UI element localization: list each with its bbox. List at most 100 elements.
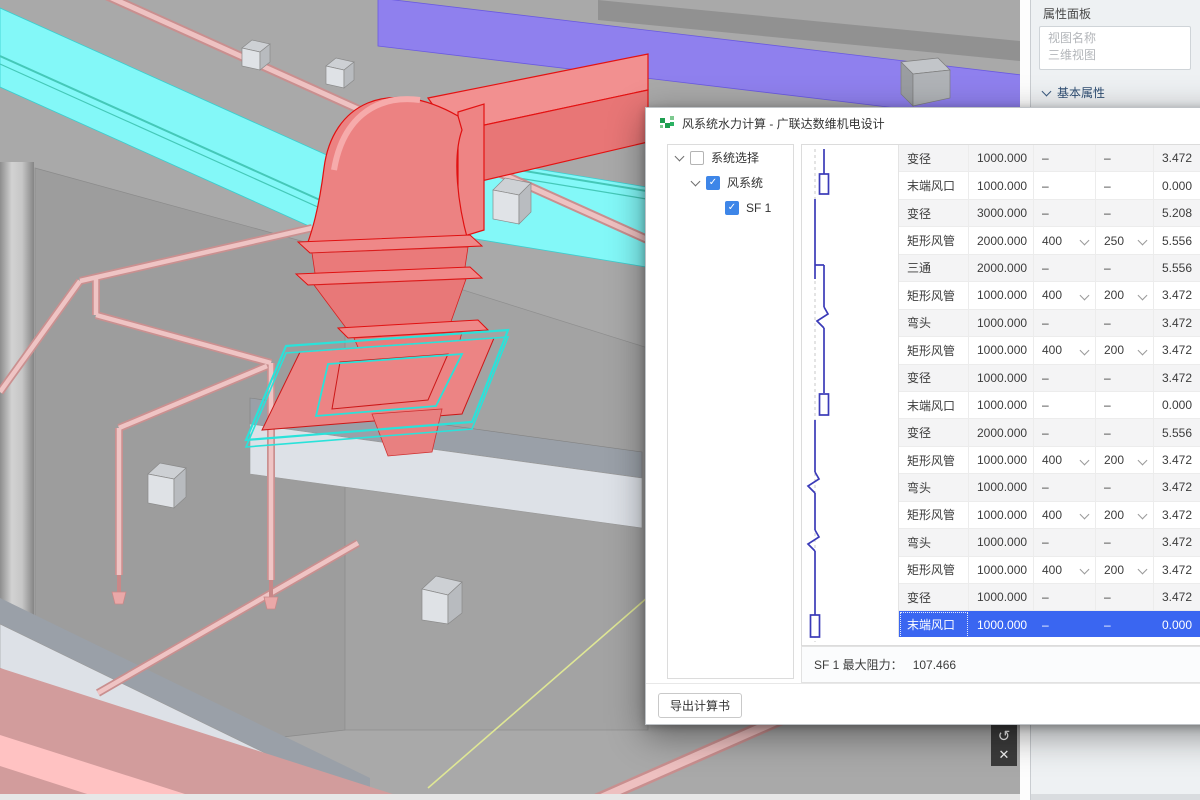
duct-schematic: [802, 145, 898, 645]
table-cell: –: [1034, 145, 1096, 172]
table-cell: –: [1096, 474, 1154, 501]
table-row[interactable]: 末端风口1000.000––0.000: [899, 611, 1200, 637]
elbow-symbol: [808, 530, 819, 551]
table-row[interactable]: 变径2000.000––5.556: [899, 419, 1200, 446]
table-cell: –: [1096, 200, 1154, 227]
table-row[interactable]: 末端风口1000.000––0.000: [899, 392, 1200, 419]
size-dropdown-cell[interactable]: 400: [1034, 557, 1096, 584]
chevron-down-icon[interactable]: [691, 176, 701, 186]
size-dropdown-cell[interactable]: 200: [1096, 337, 1154, 364]
table-row[interactable]: 变径3000.000––5.208: [899, 200, 1200, 227]
size-dropdown-cell[interactable]: 200: [1096, 502, 1154, 529]
viewport-bottom-strip: [0, 794, 1030, 800]
table-cell: –: [1096, 611, 1154, 637]
table-cell: 1000.000: [969, 145, 1034, 172]
table-cell: –: [1096, 255, 1154, 282]
table-row[interactable]: 弯头1000.000––3.472: [899, 474, 1200, 501]
chevron-down-icon[interactable]: [1080, 455, 1090, 465]
table-cell: –: [1034, 200, 1096, 227]
basic-properties-section[interactable]: 基本属性: [1043, 84, 1105, 101]
checkbox[interactable]: ✓: [706, 176, 720, 190]
chevron-down-icon[interactable]: [1138, 455, 1148, 465]
size-dropdown-cell[interactable]: 200: [1096, 447, 1154, 474]
checkbox[interactable]: [690, 151, 704, 165]
size-dropdown-cell[interactable]: 400: [1034, 502, 1096, 529]
table-cell: 变径: [899, 145, 969, 172]
dialog-titlebar[interactable]: 风系统水力计算 - 广联达数维机电设计: [646, 108, 1200, 138]
table-row[interactable]: 矩形风管1000.0004002003.472: [899, 447, 1200, 474]
table-cell: 1000.000: [969, 611, 1034, 637]
table-row[interactable]: 变径1000.000––3.472: [899, 365, 1200, 392]
table-cell: 3.472: [1154, 584, 1200, 611]
table-cell: 5.556: [1154, 419, 1200, 446]
table-cell: 1000.000: [969, 310, 1034, 337]
table-cell: 2000.000: [969, 255, 1034, 282]
chevron-down-icon[interactable]: [1138, 290, 1148, 300]
terminal-symbol: [820, 174, 829, 194]
table-row[interactable]: 矩形风管1000.0004002003.472: [899, 282, 1200, 309]
table-cell: 弯头: [899, 474, 969, 501]
table-row[interactable]: 弯头1000.000––3.472: [899, 310, 1200, 337]
table-cell: 3.472: [1154, 365, 1200, 392]
size-dropdown-cell[interactable]: 400: [1034, 227, 1096, 254]
table-row[interactable]: 矩形风管2000.0004002505.556: [899, 227, 1200, 254]
table-cell: 矩形风管: [899, 282, 969, 309]
junction-box-cyan-2: [326, 58, 354, 88]
size-dropdown-cell[interactable]: 400: [1034, 282, 1096, 309]
table-cell: –: [1034, 172, 1096, 199]
table-cell: 1000.000: [969, 365, 1034, 392]
table-cell: –: [1096, 529, 1154, 556]
terminal-symbol: [820, 394, 829, 415]
chevron-down-icon[interactable]: [1138, 236, 1148, 246]
junction-box-near-duct: [493, 178, 531, 224]
tree-item-system-select[interactable]: 系统选择: [668, 145, 793, 170]
checkbox[interactable]: ✓: [725, 201, 739, 215]
table-cell: –: [1034, 584, 1096, 611]
junction-box-top-right: [901, 58, 950, 106]
chevron-down-icon[interactable]: [1080, 510, 1090, 520]
chevron-down-icon[interactable]: [1080, 565, 1090, 575]
tree-item-label: 风系统: [727, 174, 763, 191]
chevron-down-icon[interactable]: [1138, 565, 1148, 575]
chevron-down-icon[interactable]: [1080, 345, 1090, 355]
table-cell: 3.472: [1154, 447, 1200, 474]
table-row[interactable]: 弯头1000.000––3.472: [899, 529, 1200, 556]
export-report-button[interactable]: 导出计算书: [658, 693, 742, 718]
size-dropdown-cell[interactable]: 400: [1034, 447, 1096, 474]
chevron-down-icon[interactable]: [675, 151, 685, 161]
table-row[interactable]: 矩形风管1000.0004002003.472: [899, 557, 1200, 584]
table-row[interactable]: 变径1000.000––3.472: [899, 584, 1200, 611]
size-dropdown-cell[interactable]: 200: [1096, 557, 1154, 584]
chevron-down-icon[interactable]: [1138, 345, 1148, 355]
chevron-down-icon[interactable]: [1080, 290, 1090, 300]
chevron-down-icon[interactable]: [1138, 510, 1148, 520]
size-dropdown-cell[interactable]: 200: [1096, 282, 1154, 309]
table-row[interactable]: 末端风口1000.000––0.000: [899, 172, 1200, 199]
table-cell: 1000.000: [969, 557, 1034, 584]
table-cell: –: [1096, 310, 1154, 337]
glodon-logo-icon: [660, 116, 674, 130]
table-cell: 弯头: [899, 529, 969, 556]
table-row[interactable]: 三通2000.000––5.556: [899, 255, 1200, 282]
undo-view-icon[interactable]: ↺: [998, 728, 1011, 745]
junction-box-wall: [148, 463, 186, 508]
tree-item-label: 系统选择: [711, 149, 759, 166]
close-view-icon[interactable]: ✕: [999, 746, 1010, 763]
table-cell: –: [1034, 474, 1096, 501]
table-cell: 三通: [899, 255, 969, 282]
table-cell: 5.208: [1154, 200, 1200, 227]
chevron-down-icon[interactable]: [1080, 236, 1090, 246]
size-dropdown-cell[interactable]: 400: [1034, 337, 1096, 364]
table-cell: 1000.000: [969, 282, 1034, 309]
size-dropdown-cell[interactable]: 250: [1096, 227, 1154, 254]
table-row[interactable]: 变径1000.000––3.472: [899, 145, 1200, 172]
max-resistance-value: 107.466: [913, 658, 956, 672]
tree-item-sf1[interactable]: ✓ SF 1: [668, 195, 793, 220]
table-row[interactable]: 矩形风管1000.0004002003.472: [899, 502, 1200, 529]
properties-panel-title: 属性面板: [1043, 5, 1091, 22]
table-cell: 0.000: [1154, 611, 1200, 637]
tree-item-air-system[interactable]: ✓ 风系统: [668, 170, 793, 195]
table-row[interactable]: 矩形风管1000.0004002003.472: [899, 337, 1200, 364]
view-name-box[interactable]: 视图名称 三维视图: [1039, 26, 1191, 70]
table-cell: 3.472: [1154, 282, 1200, 309]
